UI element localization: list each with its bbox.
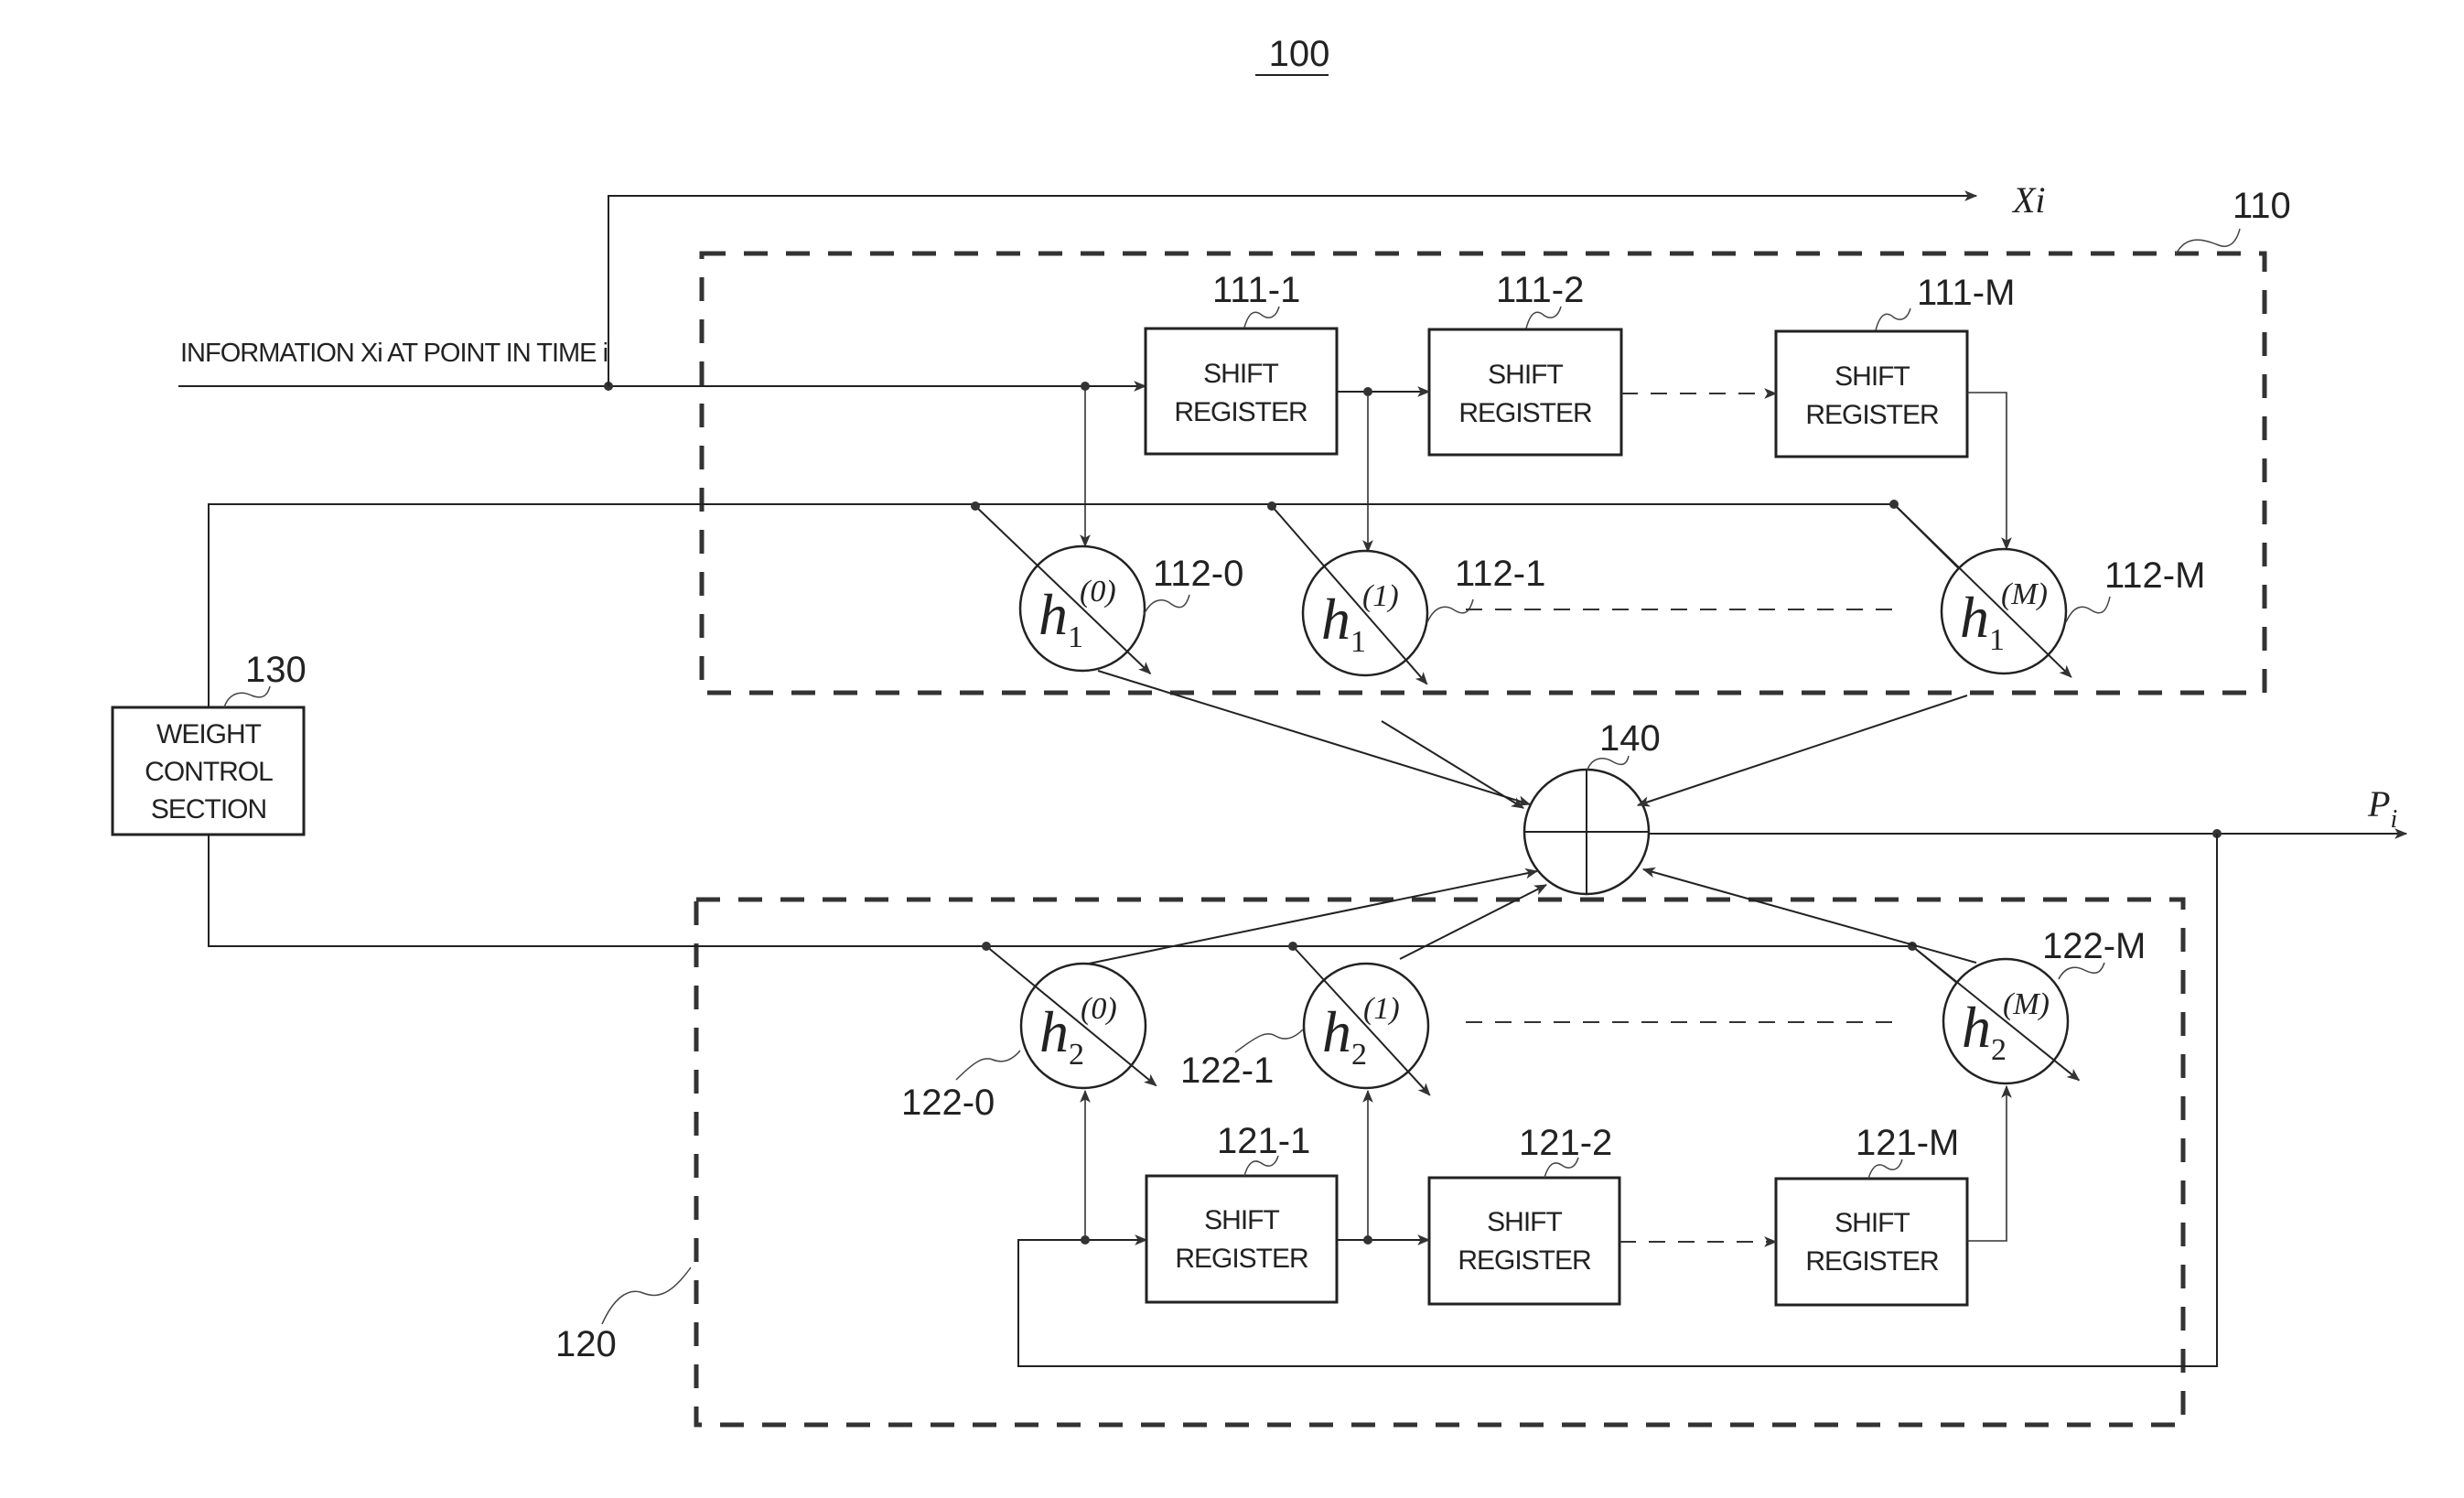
systematic-output-label: Xi: [2011, 179, 2046, 221]
mult-to-adder: [1636, 695, 1968, 807]
mult-to-adder: [1399, 884, 1548, 960]
upper-shift-register-1: SHIFT REGISTER: [1144, 327, 1339, 456]
upper-section-ref: 110: [2233, 186, 2291, 226]
upper-section-leader: [2175, 228, 2241, 255]
lower-register-ref-1: 121-1: [1217, 1121, 1310, 1161]
upper-multiplier-2: h1 (M) 112-M: [1889, 500, 2205, 678]
tap-line: [1967, 392, 2012, 551]
weight-tap-dot: [1889, 500, 1899, 509]
coefficient-base: h: [1962, 995, 1991, 1060]
mult-to-adder: [1641, 867, 1977, 964]
weight-tap-dot: [1267, 501, 1276, 511]
ref-leader: [2065, 596, 2111, 623]
coefficient-superscript: (1): [1363, 992, 1400, 1026]
coefficient-base: h: [1322, 999, 1351, 1064]
lower-multiplier-1: h2 (1) 122-1: [1180, 942, 1431, 1096]
weight-control-line2: CONTROL: [145, 757, 273, 787]
upper-multiplier-1: h1 (1) 112-1: [1267, 501, 1545, 685]
ref-leader: [1143, 594, 1190, 616]
mult-to-adder: [1088, 868, 1539, 965]
multiplier-ref: 122-1: [1180, 1051, 1274, 1091]
multiplier-ref: 112-0: [1153, 554, 1243, 594]
lower-shift-register-1: SHIFT REGISTER: [1145, 1174, 1339, 1304]
coefficient-subscript: 2: [1991, 1033, 2007, 1067]
upper-multiplier-0: h1 (0) 112-0: [971, 501, 1243, 675]
lower-multiplier-2: h2 (M) 122-M: [1908, 926, 2146, 1085]
lower-section-ref: 120: [555, 1324, 617, 1364]
multiplier-ref: 122-0: [901, 1083, 995, 1123]
lower-shift-register-m: SHIFT REGISTER: [1774, 1177, 1969, 1307]
register-text-line2: REGISTER: [1458, 1245, 1591, 1276]
weight-tap-dot: [971, 501, 980, 511]
adder-ref: 140: [1599, 718, 1661, 759]
upper-register-ref-m: 111-M: [1917, 273, 2015, 313]
register-text-line1: SHIFT: [1835, 361, 1910, 392]
register-text-line2: REGISTER: [1805, 400, 1939, 430]
ref-leader: [1234, 1029, 1304, 1053]
coefficient-base: h: [1038, 582, 1068, 647]
register-text-line2: REGISTER: [1458, 398, 1592, 428]
register-text-line1: SHIFT: [1203, 359, 1278, 389]
lower-section-leader: [601, 1266, 692, 1325]
upper-shift-register-m: SHIFT REGISTER: [1774, 329, 1969, 458]
coefficient-superscript: (1): [1362, 579, 1399, 613]
register-text-line1: SHIFT: [1835, 1208, 1910, 1238]
tap-line: [1967, 1084, 2012, 1242]
coefficient-base: h: [1321, 587, 1350, 652]
weight-control-ref: 130: [245, 650, 307, 690]
coefficient-base: h: [1039, 999, 1069, 1064]
input-label: INFORMATION Xi AT POINT IN TIME i: [180, 339, 608, 368]
coefficient-superscript: (M): [2001, 577, 2048, 611]
register-text-line1: SHIFT: [1488, 360, 1563, 390]
output-label: Pi: [2367, 783, 2397, 834]
lower-register-ref-2: 121-2: [1519, 1123, 1612, 1163]
lower-register-ref-m: 121-M: [1856, 1123, 1959, 1163]
coefficient-subscript: 2: [1351, 1038, 1367, 1072]
weight-tap-dot: [982, 942, 991, 951]
upper-register-ref-2: 111-2: [1496, 270, 1584, 310]
register-text-line2: REGISTER: [1805, 1246, 1939, 1277]
upper-shift-register-2: SHIFT REGISTER: [1427, 328, 1623, 457]
ref-leader: [1875, 307, 1911, 331]
weight-control-section: WEIGHT CONTROL SECTION: [111, 706, 306, 836]
weight-tap-dot: [1288, 942, 1297, 951]
coefficient-subscript: 1: [1350, 625, 1366, 659]
upper-register-ref-1: 111-1: [1212, 270, 1300, 310]
output-label-main: P: [2367, 783, 2390, 824]
weight-control-line3: SECTION: [151, 794, 266, 824]
adder: [1523, 768, 1651, 896]
lower-multiplier-0: h2 (0) 122-0: [901, 942, 1157, 1123]
ref-leader: [1426, 598, 1474, 623]
multiplier-ref: 122-M: [2042, 926, 2146, 966]
coefficient-superscript: (M): [2003, 987, 2050, 1021]
figure-number: 100: [1269, 34, 1330, 74]
lower-shift-register-2: SHIFT REGISTER: [1427, 1176, 1621, 1306]
coefficient-subscript: 1: [1068, 620, 1083, 654]
coefficient-base: h: [1960, 585, 1989, 650]
convolutional-encoder-diagram: 100 110 120 INFORMATION Xi AT POINT IN T…: [111, 34, 2408, 1428]
register-text-line2: REGISTER: [1175, 1244, 1308, 1274]
register-text-line1: SHIFT: [1204, 1205, 1279, 1235]
multiplier-ref: 112-1: [1455, 554, 1545, 594]
weight-control-line1: WEIGHT: [156, 719, 262, 749]
multiplier-ref: 112-M: [2104, 555, 2205, 596]
register-text-line1: SHIFT: [1487, 1207, 1562, 1237]
coefficient-subscript: 2: [1069, 1038, 1084, 1072]
ref-leader: [955, 1050, 1021, 1081]
output-label-sub: i: [2390, 805, 2397, 834]
coefficient-superscript: (0): [1081, 992, 1117, 1026]
register-text-line2: REGISTER: [1174, 397, 1307, 427]
coefficient-subscript: 1: [1989, 623, 2005, 657]
coefficient-superscript: (0): [1080, 575, 1116, 609]
